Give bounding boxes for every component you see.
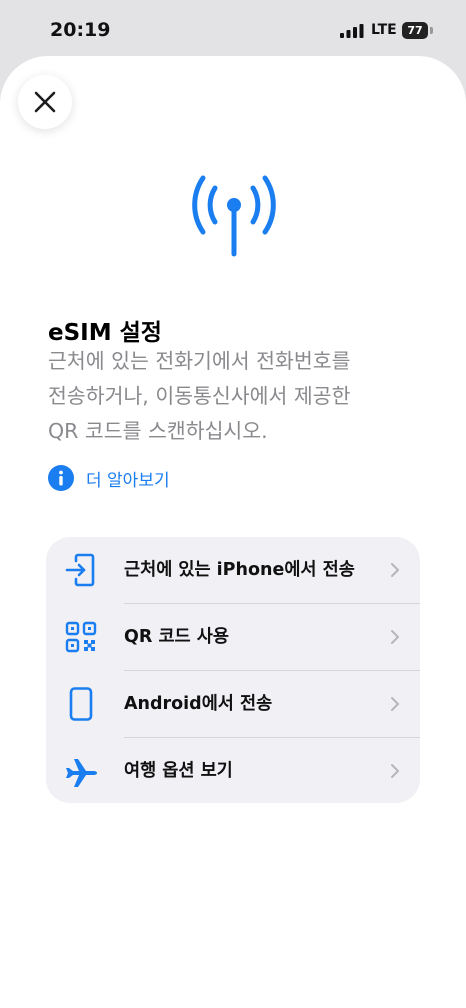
status-bar: 20:19 LTE 77	[0, 0, 466, 58]
battery-level: 77	[402, 22, 428, 39]
airplane-icon	[66, 759, 97, 787]
option-use-qr-code[interactable]: QR 코드 사용	[46, 604, 420, 670]
option-label: Android에서 전송	[124, 694, 273, 714]
phone-icon	[69, 687, 93, 721]
transfer-options-list: 근처에 있는 iPhone에서 전송 QR 코드 사용 Android에서 전송…	[46, 537, 420, 803]
close-button[interactable]	[18, 75, 72, 129]
chevron-right-icon	[391, 697, 399, 711]
network-type: LTE	[371, 22, 397, 38]
description-line: 전송하거나, 이동통신사에서 제공한	[48, 384, 351, 408]
qr-code-icon	[65, 621, 97, 653]
option-transfer-from-iphone[interactable]: 근처에 있는 iPhone에서 전송	[46, 537, 420, 603]
transfer-in-icon	[65, 553, 95, 587]
description-line: 근처에 있는 전화기에서 전화번호를	[48, 349, 351, 373]
cellular-signal-icon	[340, 24, 364, 38]
page-title: eSIM 설정	[48, 320, 162, 346]
chevron-right-icon	[391, 764, 399, 778]
antenna-signal-icon	[192, 175, 276, 257]
battery-icon: 77	[402, 22, 434, 39]
description-line: QR 코드를 스캔하십시오.	[48, 419, 268, 443]
learn-more-label: 더 알아보기	[86, 470, 170, 491]
option-travel-options[interactable]: 여행 옵션 보기	[46, 738, 420, 803]
option-label: 여행 옵션 보기	[124, 761, 233, 781]
chevron-right-icon	[391, 630, 399, 644]
learn-more-link[interactable]: 더 알아보기	[48, 464, 170, 492]
chevron-right-icon	[391, 563, 399, 577]
option-transfer-from-android[interactable]: Android에서 전송	[46, 671, 420, 737]
status-time: 20:19	[50, 19, 111, 41]
info-icon	[48, 465, 74, 491]
description: 근처에 있는 전화기에서 전화번호를 전송하거나, 이동통신사에서 제공한 QR…	[48, 344, 428, 449]
option-label: 근처에 있는 iPhone에서 전송	[124, 560, 355, 580]
close-icon	[34, 91, 56, 113]
option-label: QR 코드 사용	[124, 627, 229, 647]
